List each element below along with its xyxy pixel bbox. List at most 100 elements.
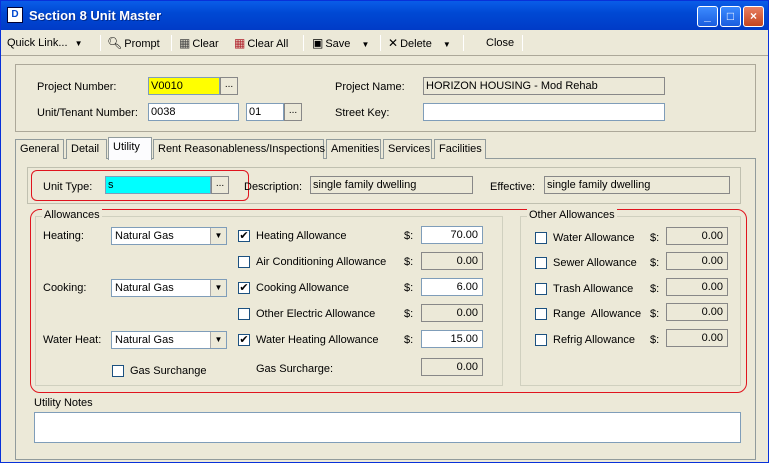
- water-allowance-checkbox[interactable]: [535, 232, 547, 244]
- unit-type-input[interactable]: s: [105, 176, 211, 194]
- unit-number-input[interactable]: 0038: [148, 103, 239, 121]
- water-heat-fuel-select[interactable]: Natural Gas ▼: [111, 331, 227, 349]
- floppy-disk-icon: ▣: [312, 36, 324, 50]
- tenant-lookup-button[interactable]: ...: [284, 103, 302, 121]
- clear-all-label: Clear All: [247, 38, 289, 50]
- other-electric-allowance-label: Other Electric Allowance: [256, 308, 376, 320]
- minimize-button[interactable]: _: [697, 6, 718, 27]
- other-electric-allowance-checkbox[interactable]: [238, 308, 250, 320]
- unit-tenant-number-label: Unit/Tenant Number:: [37, 107, 138, 119]
- prompt-button[interactable]: 🔍︎ Prompt: [107, 33, 160, 53]
- tab-utility[interactable]: Utility: [108, 137, 152, 160]
- heating-fuel-value: Natural Gas: [115, 230, 174, 242]
- air-conditioning-allowance-field: 0.00: [421, 252, 483, 270]
- tenant-number-input[interactable]: 01: [246, 103, 284, 121]
- tab-detail[interactable]: Detail: [66, 139, 107, 159]
- water-heating-allowance-input[interactable]: 15.00: [421, 330, 483, 348]
- currency-label: $:: [404, 334, 414, 346]
- clear-label: Clear: [192, 38, 219, 50]
- delete-button[interactable]: ✕ Delete ▼: [388, 33, 451, 53]
- trash-allowance-checkbox[interactable]: [535, 283, 547, 295]
- quick-link-button[interactable]: Quick Link... ▼: [7, 33, 83, 53]
- currency-label: $:: [404, 282, 414, 294]
- chevron-down-icon: ▼: [210, 228, 226, 244]
- cooking-fuel-value: Natural Gas: [115, 282, 174, 294]
- sewer-allowance-label: Sewer Allowance: [553, 257, 637, 269]
- tab-services[interactable]: Services: [383, 139, 432, 159]
- project-number-label: Project Number:: [37, 81, 117, 93]
- water-heating-allowance-checkbox[interactable]: ✔: [238, 334, 250, 346]
- currency-label: $:: [650, 232, 660, 244]
- toolbar-separator: [100, 35, 101, 51]
- range-allowance-field: 0.00: [666, 303, 728, 321]
- close-window-button[interactable]: ×: [743, 6, 764, 27]
- unit-type-label: Unit Type:: [43, 181, 93, 193]
- utility-notes-label: Utility Notes: [34, 397, 93, 409]
- dropdown-arrow-icon: ▼: [442, 40, 451, 49]
- cooking-allowance-checkbox[interactable]: ✔: [238, 282, 250, 294]
- trash-allowance-field: 0.00: [666, 278, 728, 296]
- gas-surcharge-checkbox[interactable]: [112, 365, 124, 377]
- tab-amenities[interactable]: Amenities: [326, 139, 381, 159]
- clear-button[interactable]: ▦ Clear: [179, 33, 219, 53]
- currency-label: $:: [404, 230, 414, 242]
- currency-label: $:: [650, 308, 660, 320]
- refrig-allowance-label: Refrig Allowance: [553, 334, 635, 346]
- heating-allowance-checkbox[interactable]: ✔: [238, 230, 250, 242]
- project-number-input[interactable]: V0010: [148, 77, 220, 95]
- water-allowance-field: 0.00: [666, 227, 728, 245]
- unit-type-lookup-button[interactable]: ...: [211, 176, 229, 194]
- toolbar: Quick Link... ▼ 🔍︎ Prompt ▦ Clear ▦ Clear A…: [1, 30, 768, 56]
- cooking-allowance-input[interactable]: 6.00: [421, 278, 483, 296]
- cooking-allowance-label: Cooking Allowance: [256, 282, 349, 294]
- other-electric-allowance-field: 0.00: [421, 304, 483, 322]
- toolbar-separator: [522, 35, 523, 51]
- quick-link-label: Quick Link...: [7, 37, 68, 49]
- toolbar-separator: [463, 35, 464, 51]
- tab-facilities[interactable]: Facilities: [434, 139, 486, 159]
- prompt-label: Prompt: [124, 38, 160, 50]
- air-conditioning-allowance-checkbox[interactable]: [238, 256, 250, 268]
- clear-all-button[interactable]: ▦ Clear All: [234, 33, 288, 53]
- range-allowance-label: Range Allowance: [553, 308, 642, 320]
- utility-notes-textarea[interactable]: [34, 412, 741, 443]
- dropdown-arrow-icon: ▼: [361, 40, 370, 49]
- street-key-label: Street Key:: [335, 107, 390, 119]
- window-title: Section 8 Unit Master: [29, 8, 162, 23]
- sewer-allowance-field: 0.00: [666, 252, 728, 270]
- description-label: Description:: [244, 181, 303, 193]
- app-window: D Section 8 Unit Master _ □ × Quick Link…: [0, 0, 769, 463]
- save-button[interactable]: ▣ Save ▼: [312, 33, 369, 53]
- heating-allowance-input[interactable]: 70.00: [421, 226, 483, 244]
- refrig-allowance-field: 0.00: [666, 329, 728, 347]
- toolbar-separator: [171, 35, 172, 51]
- currency-label: $:: [650, 283, 660, 295]
- heating-fuel-select[interactable]: Natural Gas ▼: [111, 227, 227, 245]
- toolbar-separator: [303, 35, 304, 51]
- currency-label: $:: [404, 256, 414, 268]
- air-conditioning-allowance-label: Air Conditioning Allowance: [256, 256, 387, 268]
- sewer-allowance-checkbox[interactable]: [535, 257, 547, 269]
- water-heat-fuel-value: Natural Gas: [115, 334, 174, 346]
- app-icon: D: [7, 7, 23, 23]
- project-name-label: Project Name:: [335, 81, 405, 93]
- clear-all-icon: ▦: [234, 36, 246, 50]
- clear-icon: ▦: [179, 36, 191, 50]
- project-number-lookup-button[interactable]: ...: [220, 77, 238, 95]
- currency-label: $:: [650, 257, 660, 269]
- refrig-allowance-checkbox[interactable]: [535, 334, 547, 346]
- tab-rent-reasonableness[interactable]: Rent Reasonableness/Inspections: [153, 139, 325, 159]
- street-key-input[interactable]: [423, 103, 665, 121]
- gas-surcharge-field: 0.00: [421, 358, 483, 376]
- tab-general[interactable]: General: [15, 139, 64, 159]
- heating-allowance-label: Heating Allowance: [256, 230, 347, 242]
- heating-label: Heating:: [43, 230, 84, 242]
- range-allowance-checkbox[interactable]: [535, 308, 547, 320]
- water-heating-allowance-label: Water Heating Allowance: [256, 334, 379, 346]
- cooking-fuel-select[interactable]: Natural Gas ▼: [111, 279, 227, 297]
- maximize-button[interactable]: □: [720, 6, 741, 27]
- project-name-field: HORIZON HOUSING - Mod Rehab: [423, 77, 665, 95]
- save-label: Save: [325, 38, 351, 50]
- chevron-down-icon: ▼: [210, 280, 226, 296]
- close-button[interactable]: Close: [486, 33, 514, 53]
